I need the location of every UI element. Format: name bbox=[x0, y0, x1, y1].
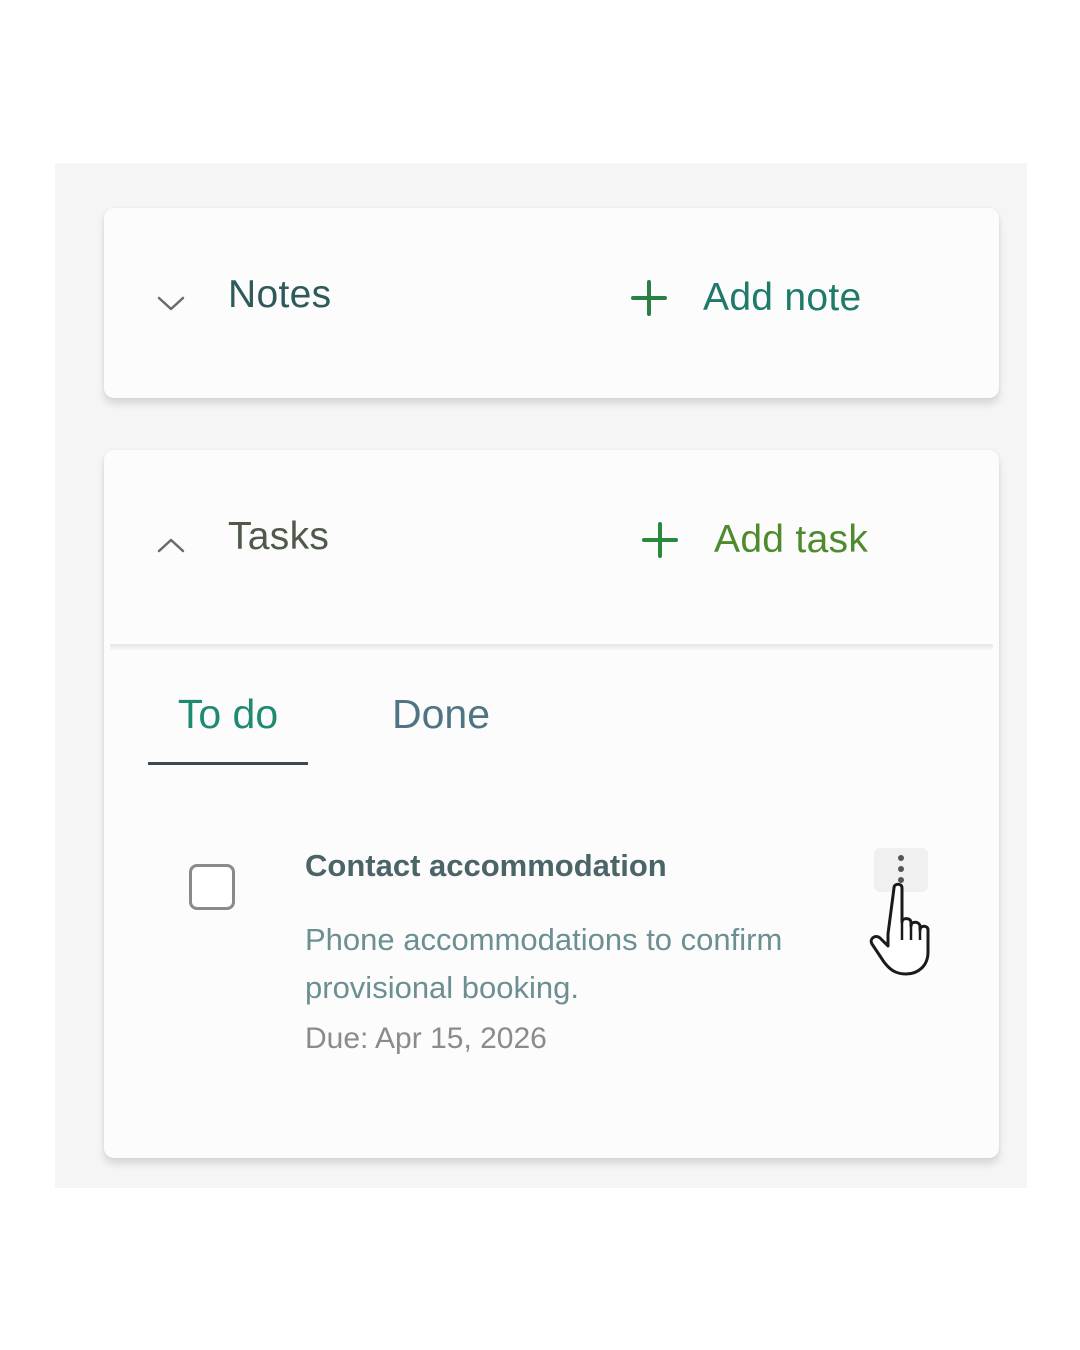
divider bbox=[110, 644, 993, 650]
task-title[interactable]: Contact accommodation bbox=[305, 848, 667, 884]
notes-title: Notes bbox=[228, 273, 332, 316]
plus-icon bbox=[631, 280, 667, 316]
task-description: Phone accommodations to confirm provisio… bbox=[305, 922, 783, 1005]
tasks-title: Tasks bbox=[228, 515, 330, 558]
task-tabs: To do Done bbox=[148, 682, 548, 766]
plus-icon bbox=[642, 522, 678, 558]
hand-pointer-icon bbox=[869, 882, 930, 976]
tab-done[interactable]: Done bbox=[376, 682, 506, 762]
notes-card: Notes Add note bbox=[104, 208, 999, 398]
tasks-card: Tasks Add task To do Done Contact accomm… bbox=[104, 450, 999, 1158]
notes-header[interactable]: Notes Add note bbox=[104, 208, 999, 388]
tasks-header[interactable]: Tasks Add task bbox=[104, 450, 999, 630]
add-task-label: Add task bbox=[714, 518, 869, 561]
active-tab-indicator bbox=[148, 762, 308, 765]
tab-to-do[interactable]: To do bbox=[148, 682, 308, 762]
chevron-down-icon[interactable] bbox=[154, 286, 188, 320]
task-due-date: Due: Apr 15, 2026 bbox=[305, 1022, 547, 1055]
chevron-up-icon[interactable] bbox=[154, 528, 188, 562]
add-note-button[interactable]: Add note bbox=[629, 268, 862, 328]
task-item: Contact accommodation Phone accommodatio… bbox=[184, 842, 944, 1072]
add-note-label: Add note bbox=[703, 276, 862, 319]
add-task-button[interactable]: Add task bbox=[640, 510, 868, 570]
task-checkbox[interactable] bbox=[189, 864, 235, 910]
